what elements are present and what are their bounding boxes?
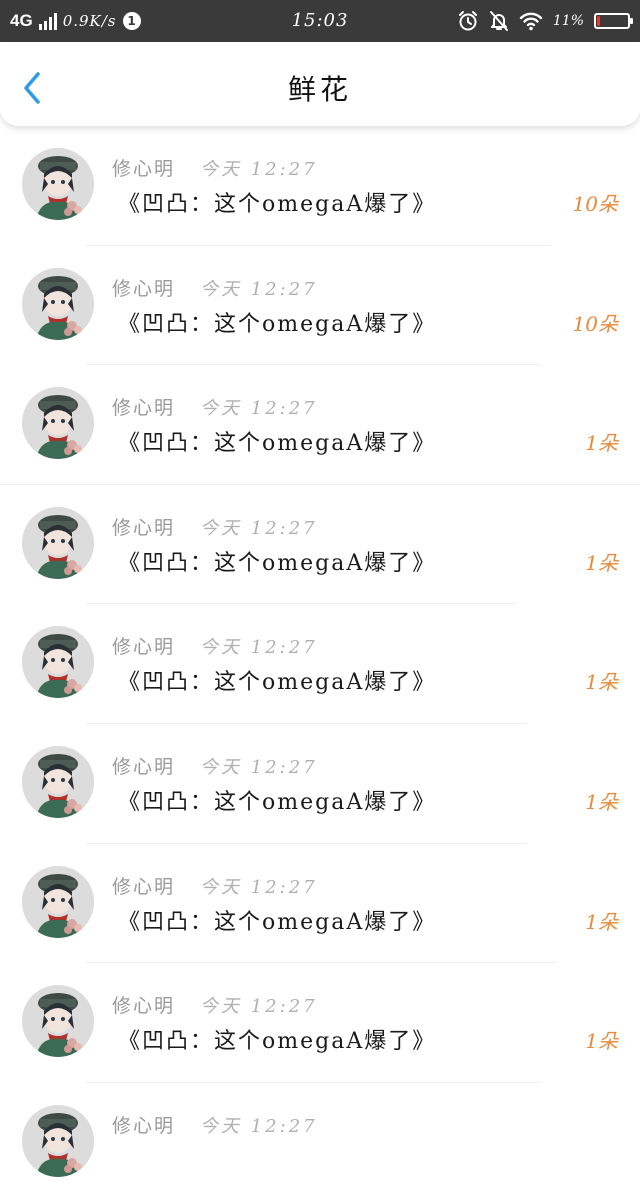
wifi-icon — [519, 11, 543, 31]
avatar-image — [22, 745, 94, 818]
flower-count: 1朵 — [585, 670, 618, 695]
battery-percent: 11% — [552, 13, 584, 29]
sender-name: 修心明 — [112, 516, 176, 539]
message-text: 《凹凸：这个omegaA爆了》 — [118, 311, 437, 337]
list-item[interactable]: 修心明 今天 12:27 《凹凸：这个omegaA爆了》 10朵 — [0, 126, 640, 246]
sender-name: 修心明 — [112, 277, 176, 300]
network-speed: 0.9K/s — [62, 12, 117, 30]
message-text: 《凹凸：这个omegaA爆了》 — [118, 550, 437, 576]
flower-count: 10朵 — [572, 311, 618, 336]
avatar[interactable] — [22, 865, 94, 938]
status-right: 11% — [457, 10, 633, 32]
flower-list: 修心明 今天 12:27 《凹凸：这个omegaA爆了》 10朵 修心明 今天 … — [0, 126, 640, 1202]
avatar-image — [22, 865, 94, 938]
avatar[interactable] — [22, 985, 94, 1058]
battery-level — [597, 16, 600, 26]
sender-name: 修心明 — [112, 995, 176, 1018]
list-item[interactable]: 修心明 今天 12:27 《凹凸：这个omegaA爆了》 10朵 — [0, 246, 640, 366]
list-item[interactable]: 修心明 今天 12:27 《凹凸：这个omegaA爆了》 1朵 — [0, 844, 640, 964]
timestamp: 今天 12:27 — [200, 159, 318, 180]
status-left: 4G 0.9K/s 1 — [10, 11, 230, 31]
alarm-icon — [457, 10, 479, 32]
page-title: 鲜花 — [287, 73, 352, 106]
avatar-image — [22, 267, 94, 340]
avatar[interactable] — [22, 626, 94, 699]
sender-name: 修心明 — [112, 158, 176, 180]
message-text: 《凹凸：这个omegaA爆了》 — [118, 192, 437, 217]
flower-count: 1朵 — [585, 431, 618, 456]
list-item[interactable]: 修心明 今天 12:27 《凹凸：这个omegaA爆了》 1朵 — [0, 963, 640, 1083]
list-item[interactable]: 修心明 今天 12:27 《凹凸：这个omegaA爆了》 1朵 — [0, 485, 640, 605]
avatar-image — [22, 626, 94, 699]
flower-count: 1朵 — [585, 1029, 618, 1054]
timestamp: 今天 12:27 — [200, 637, 318, 659]
avatar[interactable] — [22, 267, 94, 340]
message-text: 《凹凸：这个omegaA爆了》 — [118, 431, 437, 457]
sender-name: 修心明 — [112, 397, 176, 420]
notification-badge: 1 — [122, 12, 141, 30]
status-bar: 4G 0.9K/s 1 15:03 11% — [0, 0, 640, 42]
avatar-image — [22, 1104, 94, 1177]
message-text: 《凹凸：这个omegaA爆了》 — [118, 1029, 437, 1055]
list-item[interactable]: 修心明 今天 12:27 《凹凸：这个omegaA爆了》 1朵 — [0, 604, 640, 724]
avatar-image — [22, 985, 94, 1058]
avatar-image — [22, 506, 94, 579]
mute-icon — [489, 10, 509, 32]
flower-count: 1朵 — [585, 550, 618, 575]
timestamp: 今天 12:27 — [200, 517, 318, 539]
avatar-image — [22, 148, 94, 220]
list-item[interactable]: 修心明 今天 12:27 — [0, 1083, 640, 1202]
timestamp: 今天 12:27 — [200, 278, 318, 300]
sender-name: 修心明 — [112, 875, 176, 898]
flower-count: 1朵 — [585, 789, 618, 814]
app-header: 鲜花 — [0, 42, 640, 126]
timestamp: 今天 12:27 — [200, 1115, 318, 1137]
timestamp: 今天 12:27 — [200, 756, 318, 778]
sender-name: 修心明 — [112, 1114, 176, 1137]
avatar[interactable] — [22, 148, 94, 220]
message-text: 《凹凸：这个omegaA爆了》 — [118, 909, 437, 935]
signal-icon — [38, 12, 57, 30]
list-item[interactable]: 修心明 今天 12:27 《凹凸：这个omegaA爆了》 1朵 — [0, 365, 640, 485]
avatar[interactable] — [22, 1104, 94, 1177]
sender-name: 修心明 — [112, 636, 176, 659]
timestamp: 今天 12:27 — [200, 996, 318, 1018]
message-text: 《凹凸：这个omegaA爆了》 — [118, 789, 437, 815]
flower-count: 10朵 — [572, 192, 618, 216]
list-item[interactable]: 修心明 今天 12:27 《凹凸：这个omegaA爆了》 1朵 — [0, 724, 640, 844]
avatar[interactable] — [22, 506, 94, 579]
sender-name: 修心明 — [112, 755, 176, 778]
avatar[interactable] — [22, 745, 94, 818]
timestamp: 今天 12:27 — [200, 876, 318, 898]
network-type: 4G — [10, 11, 33, 30]
message-text: 《凹凸：这个omegaA爆了》 — [118, 670, 437, 696]
avatar-image — [22, 387, 94, 460]
flower-count: 1朵 — [585, 909, 618, 934]
avatar[interactable] — [22, 387, 94, 460]
timestamp: 今天 12:27 — [200, 398, 318, 420]
battery-icon — [594, 13, 633, 29]
